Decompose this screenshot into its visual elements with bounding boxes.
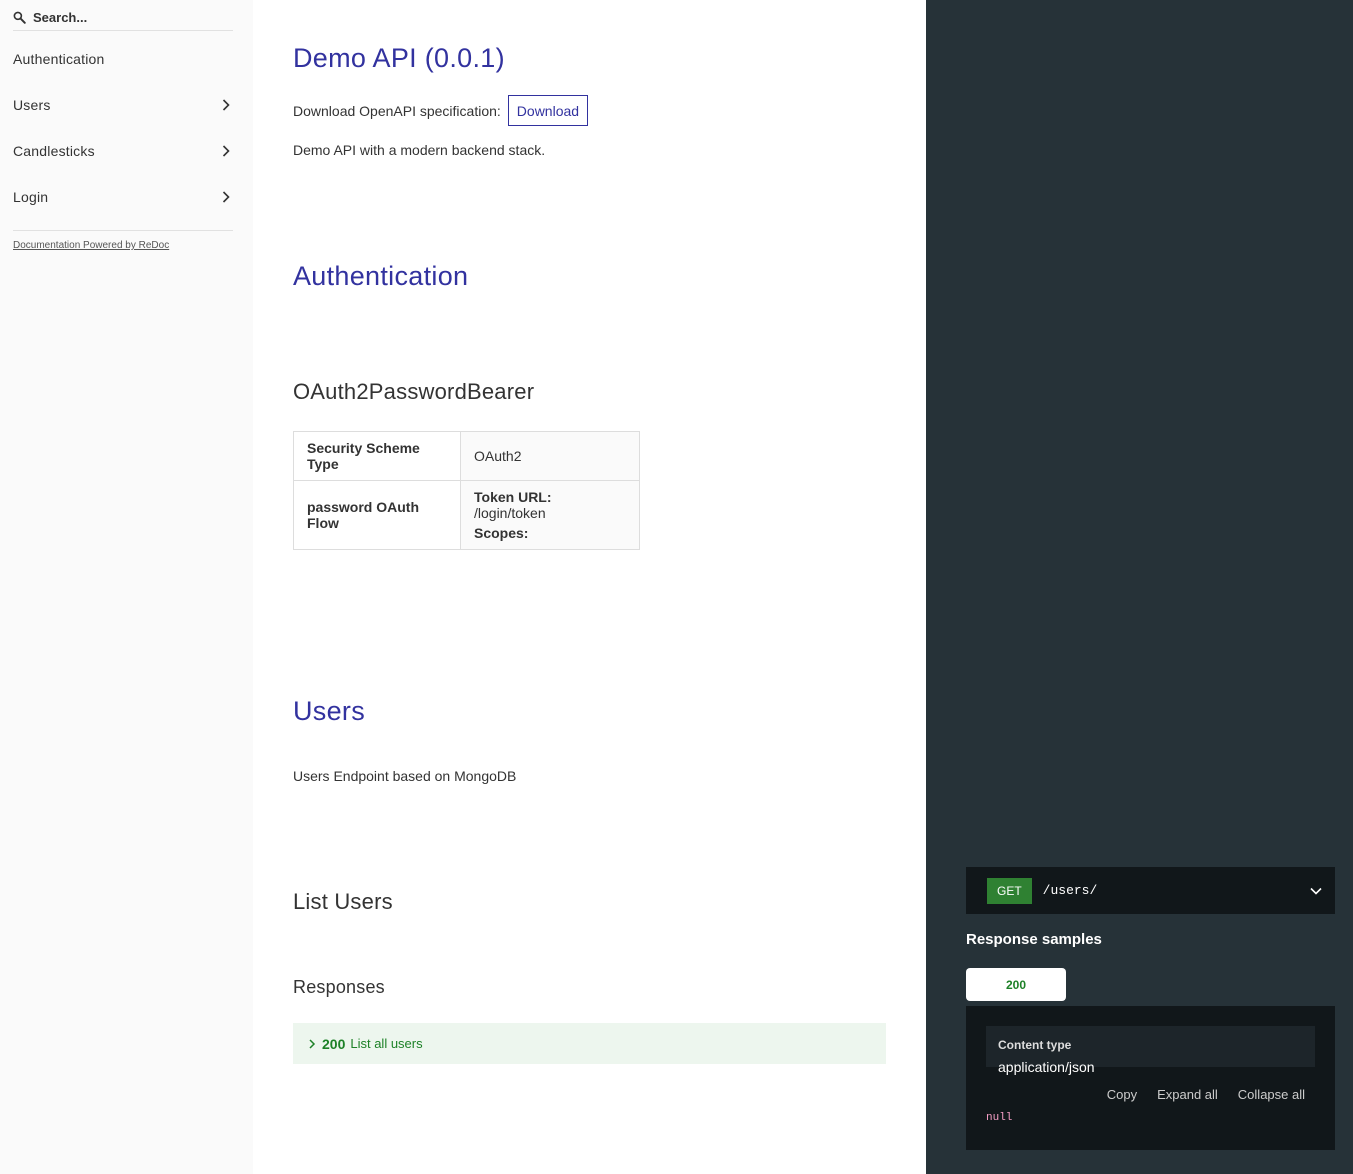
security-scheme-table: Security Scheme Type OAuth2 password OAu… <box>293 431 640 550</box>
copy-button[interactable]: Copy <box>1107 1087 1137 1102</box>
sidebar-item-label: Login <box>13 189 49 205</box>
table-cell: Token URL: /login/token Scopes: <box>460 480 640 550</box>
sample-actions: Copy Expand all Collapse all <box>1107 1087 1305 1102</box>
chevron-right-icon <box>222 191 230 203</box>
chevron-right-icon <box>222 99 230 111</box>
sidebar-item-users[interactable]: Users <box>0 82 253 128</box>
list-users-heading: List Users <box>293 889 393 914</box>
sidebar-item-authentication[interactable]: Authentication <box>0 36 253 82</box>
sidebar-item-login[interactable]: Login <box>0 174 253 220</box>
table-cell: OAuth2 <box>460 431 640 481</box>
content-type-select[interactable]: Content type application/json <box>986 1026 1315 1075</box>
endpoint-path: /users/ <box>1042 883 1098 898</box>
right-panel: GET /users/ Response samples 200 Content… <box>926 0 1353 1174</box>
authentication-heading: Authentication <box>293 261 469 291</box>
sidebar: Authentication Users Candlesticks Login … <box>0 0 253 1174</box>
response-text: List all users <box>350 1036 423 1051</box>
search-input[interactable] <box>33 9 213 25</box>
responses-heading: Responses <box>293 977 385 997</box>
main-content: Demo API (0.0.1) Download OpenAPI specif… <box>253 0 926 1174</box>
chevron-right-icon <box>222 145 230 157</box>
tab-200[interactable]: 200 <box>966 968 1066 1001</box>
collapse-all-button[interactable]: Collapse all <box>1238 1087 1305 1102</box>
sidebar-menu: Authentication Users Candlesticks Login <box>0 36 253 220</box>
response-samples-title: Response samples <box>966 931 1102 948</box>
api-description: Demo API with a modern backend stack. <box>293 142 546 158</box>
table-cell: Security Scheme Type <box>293 431 461 481</box>
http-method-badge: GET <box>987 877 1032 904</box>
chevron-right-icon <box>309 1038 316 1049</box>
sidebar-item-candlesticks[interactable]: Candlesticks <box>0 128 253 174</box>
scopes-label: Scopes: <box>474 525 529 541</box>
scheme-heading: OAuth2PasswordBearer <box>293 379 535 404</box>
powered-by-link[interactable]: Documentation Powered by ReDoc <box>13 240 169 251</box>
sidebar-divider <box>13 230 233 231</box>
expand-all-button[interactable]: Expand all <box>1157 1087 1218 1102</box>
search-box <box>13 4 233 31</box>
search-icon <box>13 11 26 24</box>
table-cell: password OAuth Flow <box>293 480 461 550</box>
sidebar-item-label: Authentication <box>13 51 105 67</box>
response-sample-panel: Content type application/json Copy Expan… <box>966 1006 1335 1150</box>
users-description: Users Endpoint based on MongoDB <box>293 768 517 784</box>
sidebar-item-label: Candlesticks <box>13 143 95 159</box>
content-type-label: Content type <box>998 1038 1072 1052</box>
table-row: Security Scheme Type OAuth2 <box>293 431 640 481</box>
sample-value: null <box>986 1112 1013 1124</box>
token-url-line: Token URL: /login/token <box>474 489 626 521</box>
scopes-line: Scopes: <box>474 525 626 541</box>
download-label: Download OpenAPI specification: <box>293 102 501 119</box>
sidebar-item-label: Users <box>13 97 51 113</box>
table-row: password OAuth Flow Token URL: /login/to… <box>293 480 640 550</box>
download-row: Download OpenAPI specification: Download <box>293 95 589 126</box>
response-code: 200 <box>322 1035 346 1052</box>
response-200-toggle[interactable]: 200 List all users <box>293 1023 886 1064</box>
users-heading: Users <box>293 696 366 726</box>
chevron-down-icon <box>1310 887 1322 895</box>
content-type-value: application/json <box>998 1059 1095 1075</box>
endpoint-toggle[interactable]: GET /users/ <box>966 867 1335 914</box>
download-button[interactable]: Download <box>507 95 589 126</box>
page-title: Demo API (0.0.1) <box>293 43 505 73</box>
token-url-label: Token URL: <box>474 489 552 505</box>
token-url-value: /login/token <box>474 505 546 521</box>
